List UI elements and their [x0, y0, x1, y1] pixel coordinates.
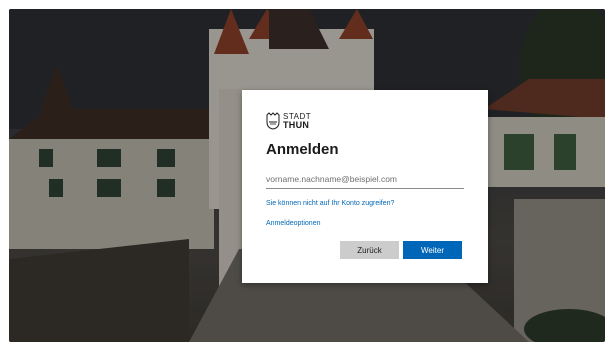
logo-text-thun: THUN [283, 120, 310, 130]
sign-in-options-link[interactable]: Anmeldeoptionen [266, 220, 462, 227]
next-button[interactable]: Weiter [403, 241, 462, 259]
back-button[interactable]: Zurück [340, 241, 399, 259]
email-field[interactable] [266, 172, 464, 189]
dialog-buttons: Zurück Weiter [340, 241, 462, 259]
stadt-thun-logo: STADT THUN [266, 110, 462, 132]
sign-in-dialog: STADT THUN Anmelden Sie können nicht auf… [242, 90, 488, 283]
cant-access-account-link[interactable]: Sie können nicht auf Ihr Konto zugreifen… [266, 200, 462, 207]
page-title: Anmelden [266, 141, 339, 158]
shield-crest-icon [266, 112, 280, 130]
